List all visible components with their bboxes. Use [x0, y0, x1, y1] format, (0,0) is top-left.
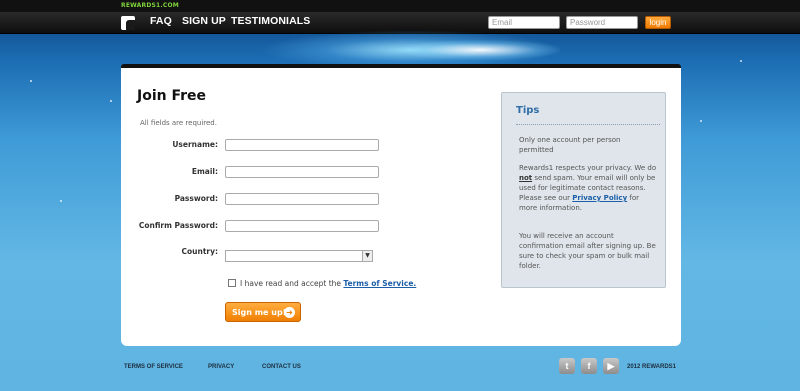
footer-privacy-link[interactable]: PRIVACY [208, 364, 234, 370]
tips-divider [516, 124, 660, 125]
twitter-icon[interactable]: t [559, 358, 575, 374]
header-email-input[interactable] [488, 16, 560, 29]
star [110, 100, 112, 102]
tos-checkbox[interactable] [228, 279, 236, 287]
chevron-down-icon[interactable]: ▼ [362, 251, 372, 261]
sign-me-up-label: Sign me up! [232, 308, 287, 317]
tips-title: Tips [516, 105, 540, 116]
tos-link[interactable]: Terms of Service. [343, 279, 416, 288]
nav-faq[interactable]: FAQ [150, 15, 172, 27]
tip-privacy-not: not [519, 174, 533, 182]
password-input[interactable] [225, 193, 379, 205]
banner-glow-core [400, 40, 560, 60]
password-label: Password: [174, 194, 218, 203]
sign-me-up-button[interactable]: Sign me up! ➜ [225, 302, 301, 322]
arrow-right-icon: ➜ [284, 307, 295, 318]
email-input[interactable] [225, 166, 379, 178]
nav-sign-up[interactable]: SIGN UP [182, 15, 226, 27]
tip-confirmation: You will receive an account confirmation… [519, 232, 656, 270]
star [740, 60, 742, 62]
login-button[interactable]: login [645, 16, 671, 29]
privacy-policy-link[interactable]: Privacy Policy [572, 194, 627, 202]
top-strip [0, 0, 800, 12]
copyright: 2012 REWARDS1 [627, 364, 677, 370]
star [700, 120, 702, 122]
tip-privacy: Rewards1 respects your privacy. We do no… [519, 163, 657, 213]
star [60, 200, 62, 202]
rewards1-logo[interactable] [121, 16, 135, 30]
header-password-input[interactable] [566, 16, 638, 29]
username-input[interactable] [225, 139, 379, 151]
footer-contact-link[interactable]: CONTACT US [262, 364, 301, 370]
required-note: All fields are required. [140, 119, 217, 127]
tos-prefix: I have read and accept the [240, 279, 342, 288]
country-select[interactable] [225, 250, 373, 262]
youtube-icon[interactable]: ▶ [603, 358, 619, 374]
email-label: Email: [191, 167, 218, 176]
confirm-password-input[interactable] [225, 220, 379, 232]
country-label: Country: [181, 247, 218, 256]
page-title: Join Free [137, 88, 207, 104]
facebook-icon[interactable]: f [581, 358, 597, 374]
confirm-password-label: Confirm Password: [138, 221, 218, 230]
nav-testimonials[interactable]: TESTIMONIALS [231, 15, 310, 27]
tos-text: I have read and accept the Terms of Serv… [240, 279, 416, 288]
tip-privacy-text-a: Rewards1 respects your privacy. We do [519, 164, 657, 172]
star [30, 80, 32, 82]
username-label: Username: [172, 140, 218, 149]
tips-panel: Tips Only one account per person permitt… [501, 92, 666, 288]
brand-text[interactable]: REWARDS1.COM [121, 2, 179, 9]
footer-terms-link[interactable]: TERMS OF SERVICE [124, 364, 183, 370]
tip-one-account: Only one account per person permitted [519, 136, 621, 154]
